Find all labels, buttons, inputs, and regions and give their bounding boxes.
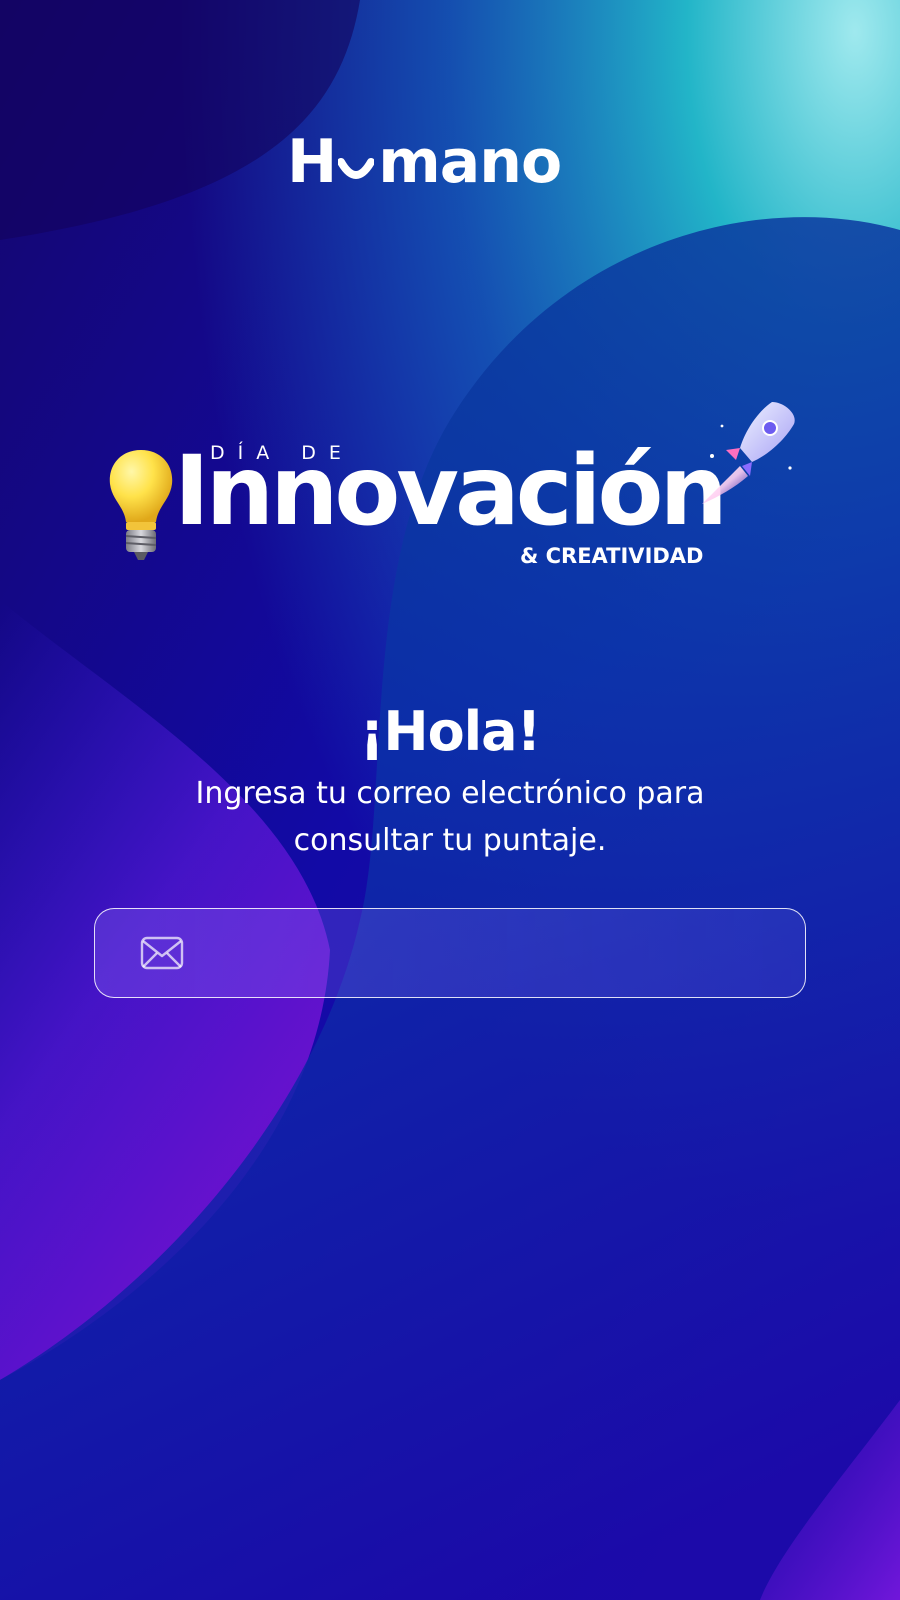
brand-logo-text-end: mano — [378, 127, 562, 197]
greeting-heading: ¡Hola! — [359, 700, 542, 763]
brand-logo: H mano — [287, 127, 562, 197]
instruction-text: Ingresa tu correo electrónico para consu… — [195, 776, 705, 858]
email-input[interactable] — [200, 922, 781, 984]
lightbulb-icon — [109, 450, 173, 560]
event-suffix: & CREATIVIDAD — [520, 544, 704, 568]
rocket-icon — [702, 402, 795, 504]
envelope-icon — [140, 936, 184, 970]
event-logo: DÍA DE Innovación & CREATIVIDAD — [100, 396, 800, 576]
brand-logo-text-start: H — [287, 127, 337, 197]
email-field[interactable] — [94, 908, 806, 998]
event-title: Innovación — [174, 435, 728, 547]
smile-icon — [338, 158, 375, 179]
